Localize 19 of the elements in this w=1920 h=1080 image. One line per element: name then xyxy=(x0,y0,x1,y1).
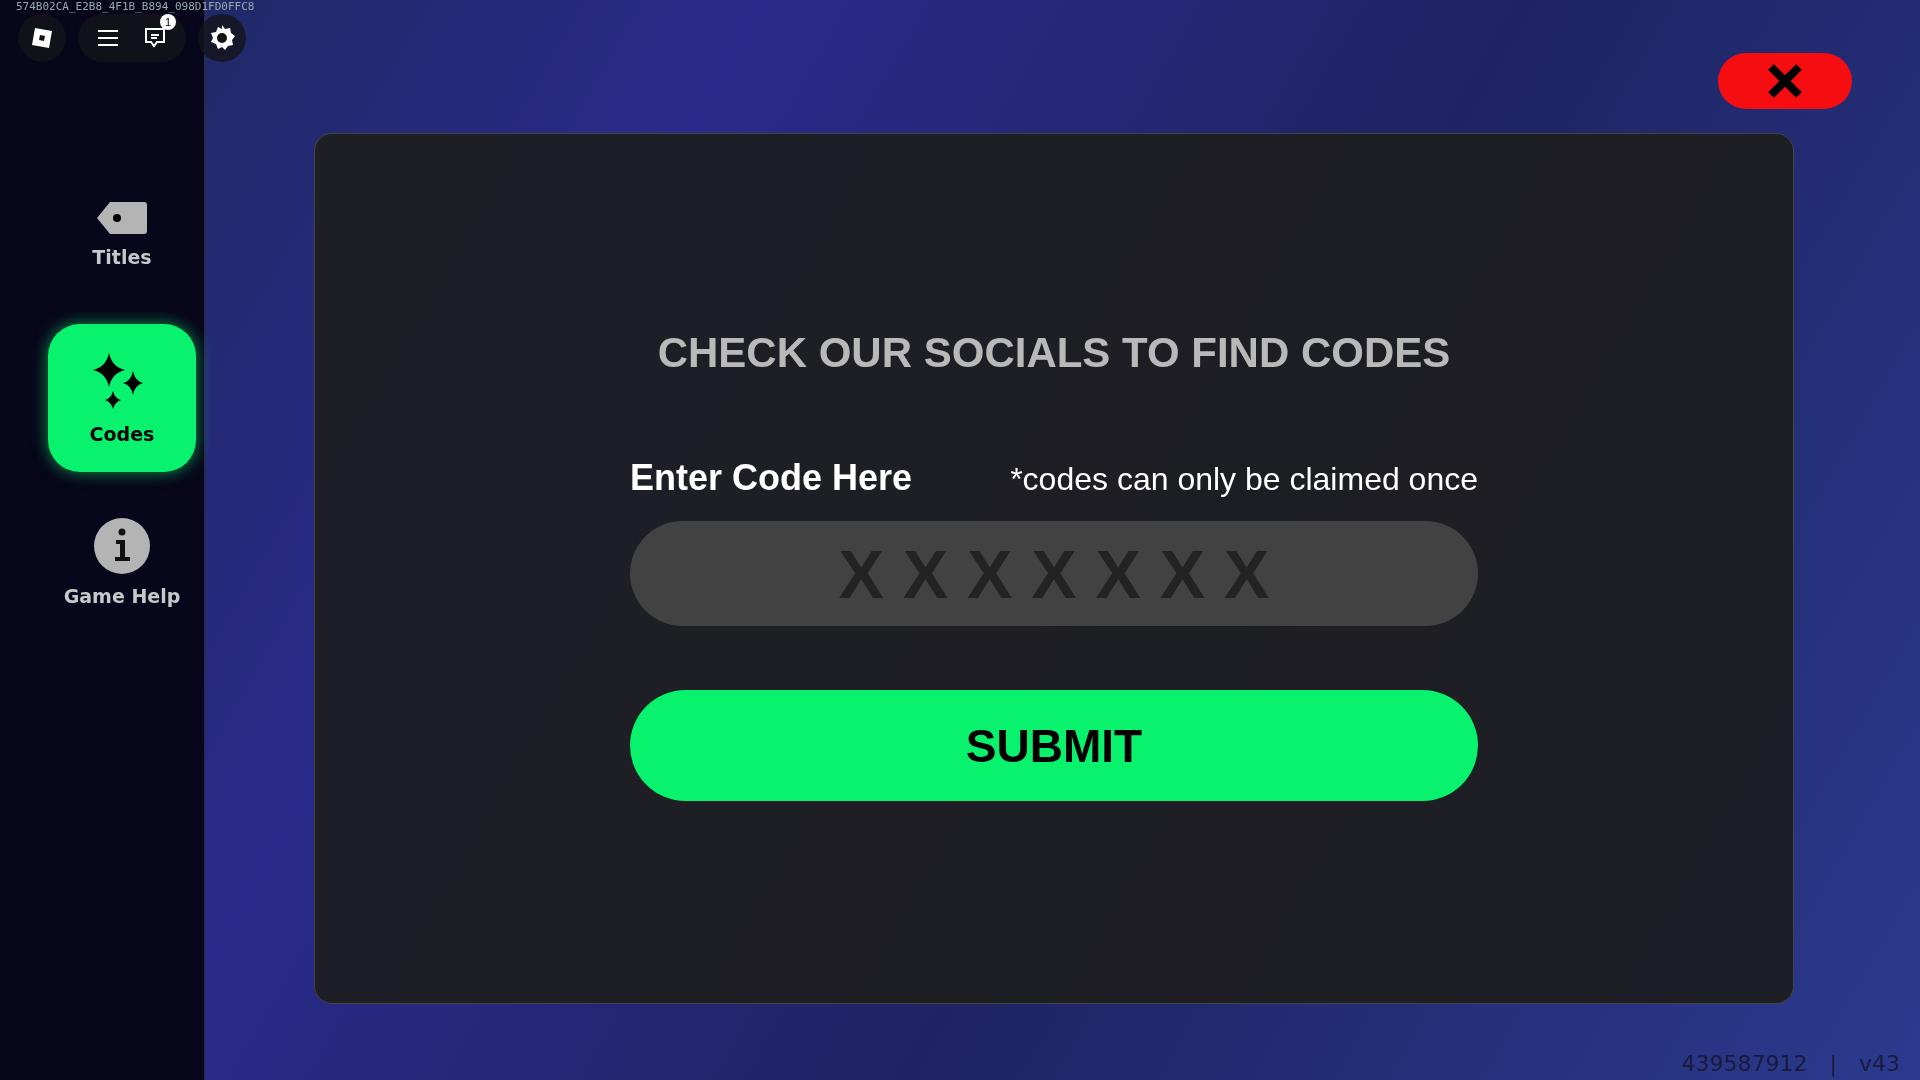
info-icon xyxy=(93,517,151,575)
close-button[interactable] xyxy=(1718,53,1852,109)
field-label: Enter Code Here xyxy=(630,457,913,499)
menu-icon xyxy=(96,28,120,48)
sidebar-item[interactable]: Game Help xyxy=(48,488,196,636)
sidebar-item[interactable]: Codes xyxy=(48,324,196,472)
server-id-text: 439587912 xyxy=(1681,1051,1808,1076)
settings-button[interactable] xyxy=(198,14,246,62)
separator-text: | xyxy=(1829,1051,1837,1076)
submit-button[interactable]: SUBMIT xyxy=(630,690,1478,801)
logo-icon xyxy=(30,26,54,50)
version-text: v43 xyxy=(1859,1051,1900,1076)
sidebar-item[interactable]: Titles xyxy=(48,160,196,308)
panel-title: CHECK OUR SOCIALS TO FIND CODES xyxy=(657,329,1451,377)
chat-button[interactable]: 1 xyxy=(134,16,178,60)
notification-badge: 1 xyxy=(160,14,176,30)
debug-id-text: 574B02CA_E2B8_4F1B_B894_098D1FD0FFC8 xyxy=(16,0,255,13)
tag-icon xyxy=(96,200,148,236)
note-text: *codes can only be claimed once xyxy=(1010,461,1478,498)
